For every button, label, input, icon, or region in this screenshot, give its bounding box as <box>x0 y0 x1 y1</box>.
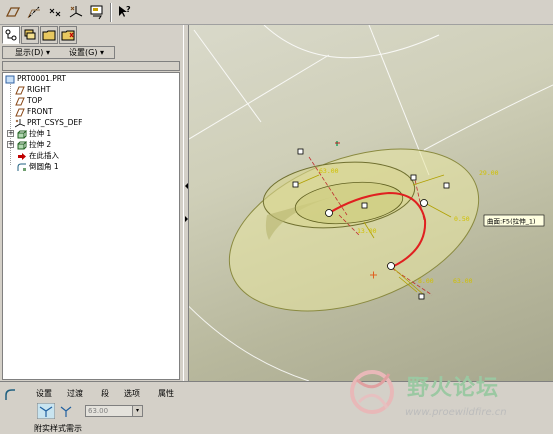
dimension-label[interactable]: 63.00 <box>319 167 339 175</box>
round-icon <box>17 163 26 171</box>
tree-menu-row: 显示(D) ▾ 设置(G) ▾ <box>2 46 180 59</box>
tree-item-top[interactable]: TOP <box>15 95 42 106</box>
csys-marker <box>335 141 340 146</box>
radius-value: 63.00 <box>88 407 109 415</box>
status-message: 附实样式需示 <box>34 424 82 433</box>
folder-tab[interactable] <box>40 26 58 44</box>
tab-options[interactable]: 选项 <box>124 388 140 399</box>
tree-item-front[interactable]: FRONT <box>15 106 53 117</box>
tree-item-right[interactable]: RIGHT <box>15 84 50 95</box>
watermark-logo <box>350 370 394 414</box>
svg-text:?: ? <box>126 5 131 14</box>
watermark-brand: 野火论坛 <box>407 376 500 401</box>
tab-segments[interactable]: 段 <box>101 388 109 399</box>
favorites-tab[interactable] <box>59 26 77 44</box>
tree-item-extrude-2[interactable]: 拉伸 2 <box>17 139 51 150</box>
tree-item-label: FRONT <box>27 107 53 116</box>
tree-item-csys[interactable]: PRT_CSYS_DEF <box>15 117 82 128</box>
tree-item-extrude-1[interactable]: 拉伸 1 <box>17 128 51 139</box>
datum-plane-icon <box>15 86 25 94</box>
dimension-label[interactable]: 13.00 <box>357 227 377 235</box>
left-panel: 显示(D) ▾ 设置(G) ▾ PRT0001.PRT RIGHT TOP FR… <box>0 25 183 381</box>
tree-filter-bar[interactable] <box>2 61 180 71</box>
expand-extrude-2[interactable]: + <box>7 141 14 148</box>
collapse-arrow-icon[interactable] <box>185 183 188 189</box>
tree-item-label: 拉伸 2 <box>29 140 52 149</box>
datum-plane-icon <box>15 108 25 116</box>
tab-transitions[interactable]: 过渡 <box>67 388 83 399</box>
plane-icon[interactable] <box>4 3 22 21</box>
feature-dashboard: 设置 过渡 段 选项 属性 63.00 ▾ 附实样式需示 野火论坛 www.pr… <box>0 370 553 433</box>
model-canvas[interactable]: 63.00 29.00 0.50 13.00 8.00 63.00 曲面:F5(… <box>189 25 553 381</box>
tree-item-insert-here[interactable]: 在此插入 <box>17 150 59 161</box>
tab-properties[interactable]: 属性 <box>158 388 174 399</box>
tree-item-label: RIGHT <box>27 85 51 94</box>
tree-item-label: PRT0001.PRT <box>17 74 67 83</box>
tree-item-part[interactable]: PRT0001.PRT <box>5 73 66 84</box>
watermark-url: www.proewildfire.cn <box>405 407 507 418</box>
tree-item-round-1[interactable]: 倒圆角 1 <box>17 161 59 172</box>
tree-item-label: 拉伸 1 <box>29 129 52 138</box>
point-icon[interactable] <box>46 3 64 21</box>
round-tool-icon <box>5 389 15 400</box>
expand-arrow-icon[interactable] <box>185 216 188 222</box>
datum-plane-icon <box>15 97 25 105</box>
navigator-tabs <box>0 25 183 45</box>
watermark: 野火论坛 www.proewildfire.cn <box>345 364 553 432</box>
tree-item-label: 在此插入 <box>29 151 59 160</box>
set-mode-icon[interactable] <box>37 403 55 419</box>
display-menu-label: 显示(D) ▾ <box>15 48 50 57</box>
dimension-label[interactable]: 8.00 <box>418 277 434 285</box>
whats-this-icon[interactable]: ? <box>115 3 133 21</box>
tree-item-label: 倒圆角 1 <box>29 162 59 171</box>
dimension-label[interactable]: 29.00 <box>479 169 499 177</box>
dimension-label[interactable]: 63.00 <box>453 277 473 285</box>
csys-icon[interactable] <box>67 3 85 21</box>
dimension-label[interactable]: 0.50 <box>454 215 470 223</box>
tooltip-text: 曲面:F5(拉伸_1) <box>487 217 536 226</box>
layers-tab[interactable] <box>21 26 39 44</box>
expand-extrude-1[interactable]: + <box>7 130 14 137</box>
extrude-icon <box>17 130 27 138</box>
axis-icon[interactable] <box>25 3 43 21</box>
insert-here-icon <box>18 152 26 160</box>
radius-value-field[interactable]: 63.00 ▾ <box>85 405 143 417</box>
tree-item-label: PRT_CSYS_DEF <box>27 118 83 127</box>
tree-item-label: TOP <box>27 96 43 105</box>
settings-menu[interactable]: 设置(G) ▾ <box>57 46 115 59</box>
chevron-down-icon[interactable]: ▾ <box>132 406 142 416</box>
graphics-window[interactable]: 63.00 29.00 0.50 13.00 8.00 63.00 曲面:F5(… <box>189 25 553 381</box>
part-icon <box>5 75 15 83</box>
toolbar: ? <box>0 0 553 25</box>
model-tree-tab[interactable] <box>2 26 20 44</box>
selection-tooltip: 曲面:F5(拉伸_1) <box>483 214 545 227</box>
tab-settings[interactable]: 设置 <box>36 388 52 399</box>
extrude-icon <box>17 141 27 149</box>
transition-mode-icon[interactable] <box>58 403 74 419</box>
csys-icon <box>15 118 25 127</box>
settings-menu-label: 设置(G) ▾ <box>69 48 104 57</box>
model-tree: PRT0001.PRT RIGHT TOP FRONT PRT_CSYS_DEF… <box>2 72 180 380</box>
analysis-icon[interactable] <box>88 3 106 21</box>
